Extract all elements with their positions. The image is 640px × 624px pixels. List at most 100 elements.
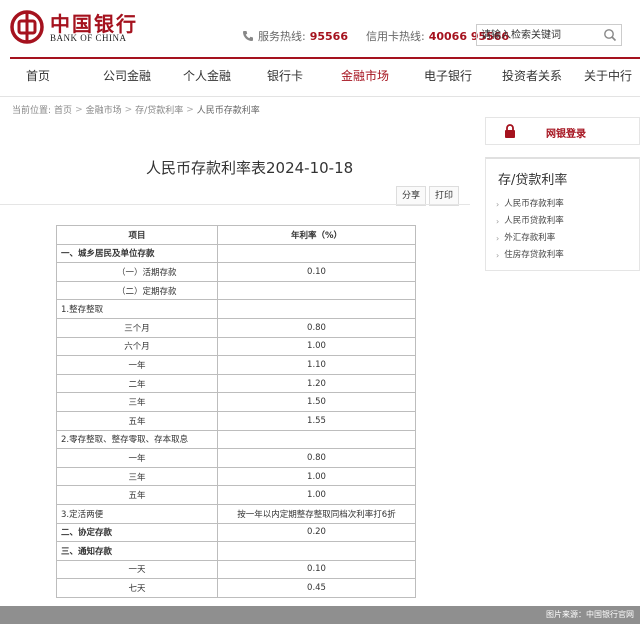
online-banking-login[interactable]: 网银登录: [485, 117, 640, 145]
row-rate-cell: 1.00: [217, 336, 416, 357]
row-rate-cell: 1.00: [217, 466, 416, 487]
table-row: 一、城乡居民及单位存款: [56, 243, 416, 264]
table-row: 七天 0.45: [56, 578, 416, 598]
bank-logo[interactable]: 中国银行 BANK OF CHINA: [10, 8, 140, 48]
nav-item-home[interactable]: 首页: [14, 59, 62, 93]
row-item-cell: （一）活期存款: [56, 262, 218, 282]
side-link-label: 外汇存款利率: [504, 233, 556, 243]
table-row: 2.零存整取、整存零取、存本取息: [56, 429, 416, 450]
row-item-cell: 3.定活两便: [56, 503, 218, 524]
row-item-cell: 七天: [56, 578, 218, 598]
breadcrumb-item[interactable]: 存/贷款利率: [135, 103, 183, 116]
row-item-cell: 二、协定存款: [56, 522, 218, 543]
arrow-right-icon: ›: [496, 234, 500, 243]
row-rate-cell: 0.10: [217, 262, 416, 282]
row-rate-cell: 1.55: [217, 410, 416, 431]
row-item-cell: 三年: [56, 466, 218, 487]
hotlines: 服务热线: 95566 信用卡热线: 40066 95566: [242, 28, 509, 44]
table-row: （一）活期存款 0.10: [56, 262, 416, 282]
row-rate-cell: 按一年以内定期整存整取同档次利率打6折: [217, 503, 416, 524]
nav-item-financial-markets[interactable]: 金融市场: [330, 59, 400, 93]
table-row: 三、通知存款: [56, 541, 416, 561]
row-item-cell: 一年: [56, 448, 218, 468]
title-divider: [0, 204, 470, 205]
image-credit: 图片来源：中国银行官网: [546, 610, 634, 619]
nav-bottom-divider: [0, 96, 640, 97]
side-link-rmb-deposit[interactable]: › 人民币存款利率: [496, 196, 564, 213]
table-row: 五年 1.00: [56, 485, 416, 505]
side-panel-title: 存/贷款利率: [498, 173, 568, 188]
row-item-cell: 1.整存整取: [56, 299, 218, 319]
row-item-cell: 一天: [56, 559, 218, 580]
side-link-label: 人民币贷款利率: [504, 216, 564, 226]
row-rate-cell: 0.80: [217, 317, 416, 338]
image-credit-bar: 图片来源：中国银行官网: [0, 606, 640, 624]
table-row: 一年 1.10: [56, 355, 416, 375]
credit-hotline-label: 信用卡热线:: [366, 30, 425, 43]
print-button[interactable]: 打印: [429, 186, 459, 206]
search-icon[interactable]: [603, 28, 617, 42]
row-rate-cell: 1.10: [217, 355, 416, 375]
breadcrumb-prefix: 当前位置:: [12, 106, 52, 116]
login-label: 网银登录: [546, 129, 586, 140]
row-item-cell: 三年: [56, 392, 218, 412]
search-input[interactable]: [477, 25, 597, 45]
side-link-housing[interactable]: › 住房存贷款利率: [496, 247, 564, 264]
row-rate-cell: [217, 429, 416, 450]
row-rate-cell: 0.10: [217, 559, 416, 580]
rates-side-panel: 存/贷款利率 › 人民币存款利率 › 人民币贷款利率 › 外汇存款利率 › 住房存贷款利…: [485, 157, 640, 271]
side-link-list: › 人民币存款利率 › 人民币贷款利率 › 外汇存款利率 › 住房存贷款利率: [496, 196, 564, 264]
search-box: [476, 24, 622, 46]
table-row: 3.定活两便 按一年以内定期整存整取同档次利率打6折: [56, 503, 416, 524]
row-rate-cell: [217, 299, 416, 319]
side-link-rmb-loan[interactable]: › 人民币贷款利率: [496, 213, 564, 230]
row-item-cell: 2.零存整取、整存零取、存本取息: [56, 429, 218, 450]
share-button[interactable]: 分享: [396, 186, 426, 206]
table-row: 三年 1.00: [56, 466, 416, 487]
column-header-item: 项目: [56, 225, 218, 245]
nav-item-investor-relations[interactable]: 投资者关系: [490, 59, 574, 93]
phone-icon: [243, 31, 253, 41]
row-item-cell: 一年: [56, 355, 218, 375]
row-item-cell: 三、通知存款: [56, 541, 218, 561]
row-item-cell: 二年: [56, 373, 218, 394]
table-row: 一天 0.10: [56, 559, 416, 580]
arrow-right-icon: ›: [496, 217, 500, 226]
row-rate-cell: [217, 243, 416, 264]
table-row: 三年 1.50: [56, 392, 416, 412]
breadcrumb-item[interactable]: 首页: [54, 103, 72, 116]
arrow-right-icon: ›: [496, 200, 500, 209]
table-header-row: 项目 年利率（%）: [56, 225, 416, 245]
breadcrumb-item[interactable]: 金融市场: [86, 103, 122, 116]
row-item-cell: 五年: [56, 410, 218, 431]
nav-item-cards[interactable]: 银行卡: [256, 59, 314, 93]
nav-item-corporate[interactable]: 公司金融: [92, 59, 162, 93]
nav-item-personal[interactable]: 个人金融: [172, 59, 242, 93]
row-item-cell: 五年: [56, 485, 218, 505]
side-link-label: 住房存贷款利率: [504, 250, 564, 260]
row-item-cell: 三个月: [56, 317, 218, 338]
table-row: 五年 1.55: [56, 410, 416, 431]
row-item-cell: （二）定期存款: [56, 280, 218, 301]
table-body: 一、城乡居民及单位存款 （一）活期存款 0.10 （二）定期存款 1.整存整取 三个月 0.…: [56, 243, 416, 598]
table-row: 二年 1.20: [56, 373, 416, 394]
lock-icon: [505, 124, 515, 138]
breadcrumb-separator-icon: >: [124, 104, 133, 115]
page-title: 人民币存款利率表2024-10-18: [146, 159, 354, 177]
row-item-cell: 一、城乡居民及单位存款: [56, 243, 218, 264]
row-rate-cell: 0.45: [217, 578, 416, 598]
row-item-cell: 六个月: [56, 336, 218, 357]
side-link-fx-deposit[interactable]: › 外汇存款利率: [496, 230, 564, 247]
table-row: 一年 0.80: [56, 448, 416, 468]
nav-item-e-banking[interactable]: 电子银行: [413, 59, 483, 93]
table-row: （二）定期存款: [56, 280, 416, 301]
row-rate-cell: [217, 541, 416, 561]
breadcrumb-separator-icon: >: [75, 104, 83, 115]
table-row: 六个月 1.00: [56, 336, 416, 357]
nav-item-about[interactable]: 关于中行: [576, 59, 640, 93]
row-rate-cell: 0.20: [217, 522, 416, 543]
breadcrumb: 当前位置: 首页 > 金融市场 > 存/贷款利率 > 人民币存款利率: [12, 103, 260, 117]
row-rate-cell: 0.80: [217, 448, 416, 468]
service-hotline-number: 95566: [309, 29, 348, 43]
table-row: 1.整存整取: [56, 299, 416, 319]
